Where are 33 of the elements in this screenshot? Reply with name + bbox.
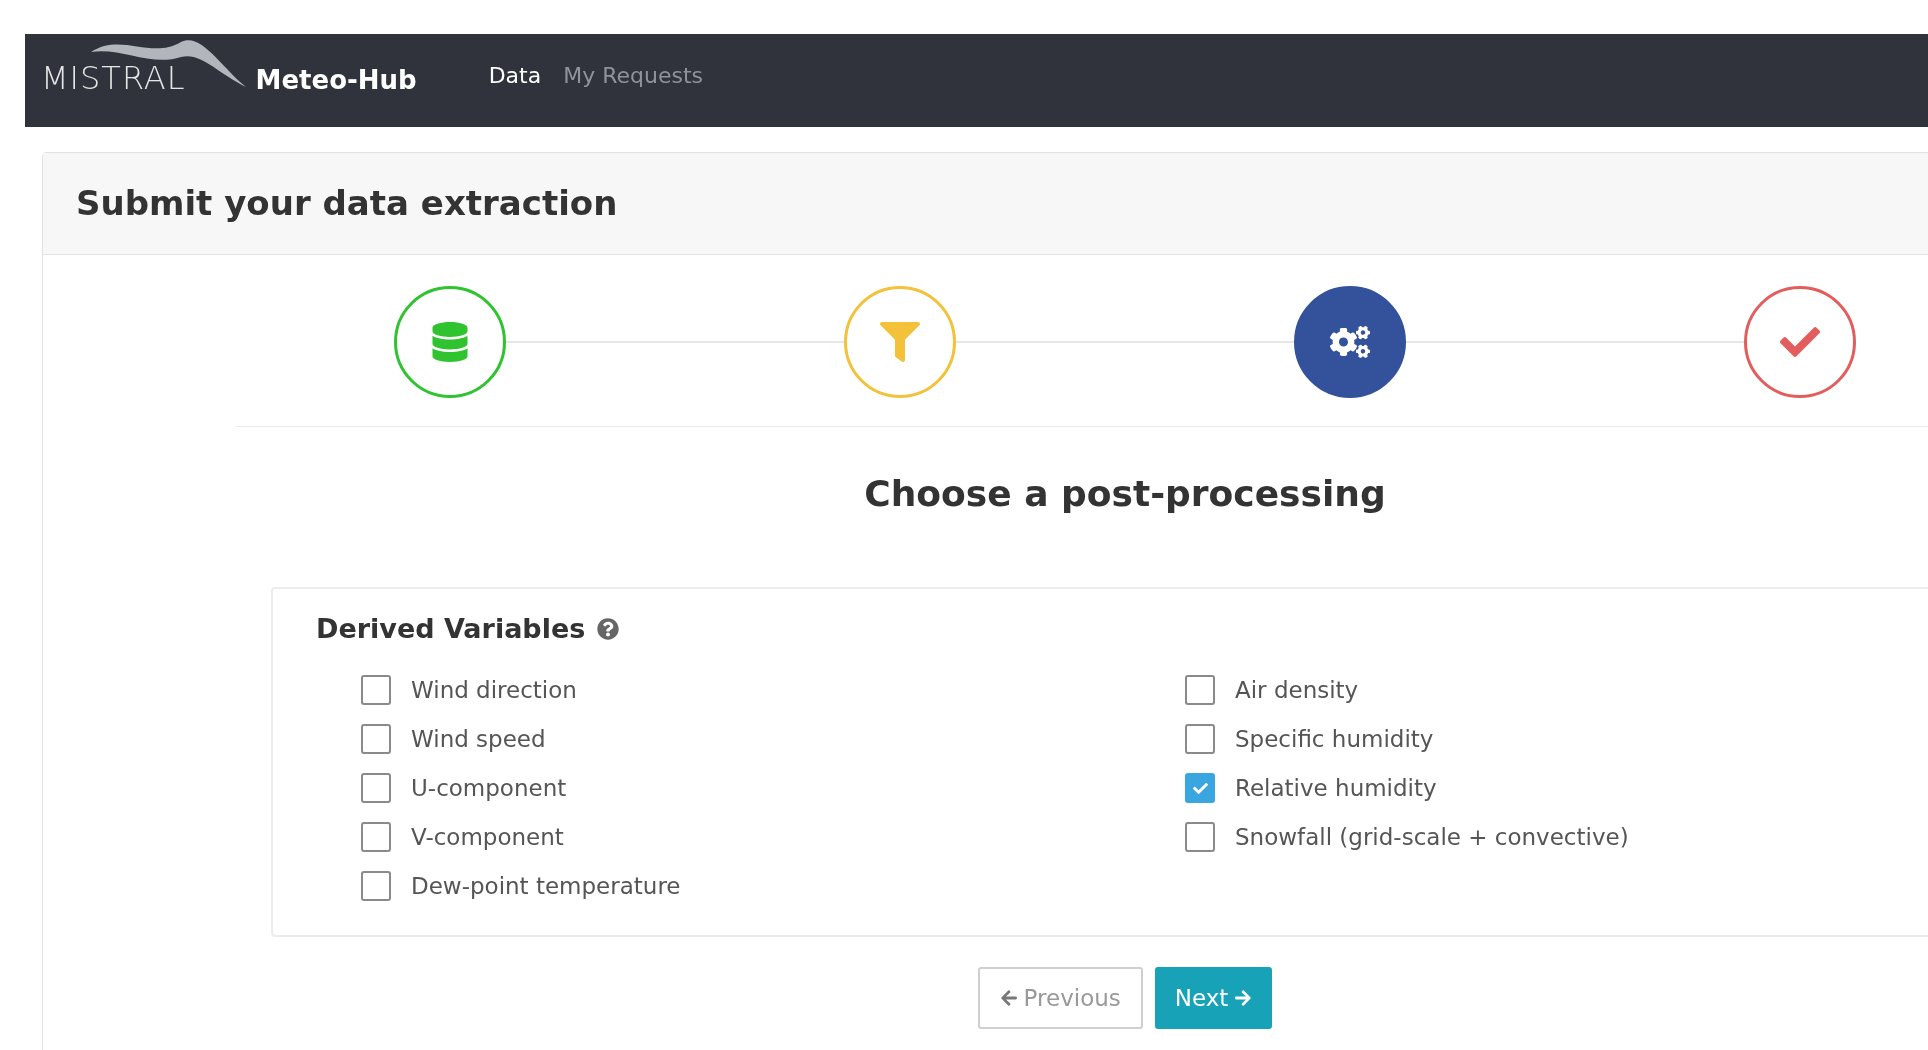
brand-name: MISTRAL [41,58,186,97]
nav-link[interactable]: Data [488,59,542,92]
step-title: Choose a post-processing [864,472,1386,516]
checkbox[interactable] [1185,773,1215,803]
checkbox[interactable] [1185,675,1215,705]
app-name: Meteo-Hub [255,63,417,97]
checkbox-label: Snowfall (grid-scale + convective) [1235,822,1629,852]
arrow-right-icon [1234,989,1253,1007]
database-icon [430,322,470,362]
checkbox[interactable] [361,724,391,754]
checkbox[interactable] [361,773,391,803]
help-icon[interactable] [597,618,620,641]
checkbox-label: Wind speed [411,724,546,754]
nav-link[interactable]: My Requests [563,59,704,92]
funnel-icon [880,322,920,362]
checkbox[interactable] [1185,822,1215,852]
checkbox-label: Specific humidity [1235,724,1434,754]
panel-title: Derived Variables [316,612,586,646]
previous-button[interactable]: Previous [977,967,1143,1029]
checkbox[interactable] [361,675,391,705]
arrow-left-icon [999,989,1018,1007]
card-title: Submit your data extraction [76,182,618,225]
checkbox[interactable] [1185,724,1215,754]
checkbox-label: Air density [1235,675,1359,705]
checkbox-label: Relative humidity [1235,773,1437,803]
checkbox[interactable] [361,871,391,901]
checkbox-label: Dew-point temperature [411,871,681,901]
checkbox-label: V-component [411,822,564,852]
next-button[interactable]: Next [1154,967,1273,1029]
checkbox[interactable] [361,822,391,852]
checkbox-label: Wind direction [411,675,577,705]
checkbox-label: U-component [411,773,567,803]
check-icon [1192,780,1208,796]
